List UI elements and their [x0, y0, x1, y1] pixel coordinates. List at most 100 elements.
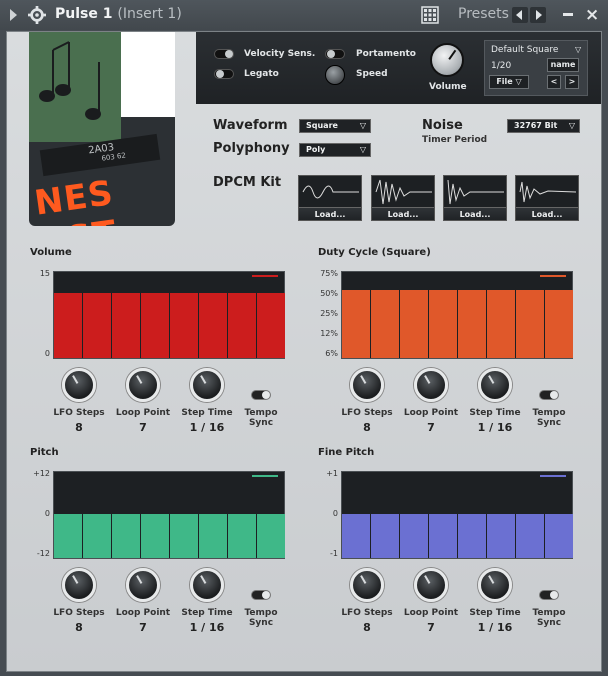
step-bar[interactable] [429, 290, 457, 358]
step-bar[interactable] [342, 290, 370, 358]
lfo-steps-knob[interactable] [350, 368, 384, 402]
step-bar[interactable] [487, 514, 515, 558]
lfo-steps-label: LFO Steps [341, 608, 393, 618]
name-button[interactable]: name [547, 58, 579, 72]
step-bar[interactable] [429, 514, 457, 558]
waveform-thumbnail [375, 179, 432, 205]
step-time-value: 1 / 16 [477, 421, 513, 434]
dpcm-slot-4[interactable]: Load... [515, 175, 579, 221]
step-bar[interactable] [516, 514, 544, 558]
dpcm-slot-1[interactable]: Load... [298, 175, 362, 221]
loop-point-knob[interactable] [126, 568, 160, 602]
step-bar[interactable] [487, 290, 515, 358]
axis-tick: 25% [320, 309, 338, 318]
tempo-sync-toggle[interactable] [251, 390, 271, 400]
step-bar[interactable] [141, 514, 169, 558]
volume-knob[interactable] [430, 43, 464, 77]
preset-name[interactable]: Default Square [491, 45, 558, 55]
step-time-label: Step Time [469, 608, 521, 618]
preset-prev-small-button[interactable]: < [547, 75, 561, 89]
loop-point-knob[interactable] [414, 568, 448, 602]
step-bar[interactable] [458, 514, 486, 558]
step-bar[interactable] [257, 293, 285, 358]
step-time-knob[interactable] [478, 368, 512, 402]
step-bar[interactable] [257, 514, 285, 558]
sync-label: Sync [536, 618, 562, 628]
step-bar[interactable] [458, 290, 486, 358]
gear-icon[interactable] [28, 6, 46, 24]
preset-dropdown-icon[interactable]: ▽ [575, 45, 581, 54]
step-bar[interactable] [228, 514, 256, 558]
velocity-sens-toggle[interactable] [214, 49, 234, 59]
step-bar[interactable] [371, 290, 399, 358]
tempo-sync-toggle[interactable] [539, 590, 559, 600]
grid-icon[interactable] [421, 6, 439, 24]
pitch-graph[interactable] [53, 471, 285, 559]
tempo-sync-toggle[interactable] [251, 590, 271, 600]
step-bar[interactable] [170, 293, 198, 358]
preset-next-small-button[interactable]: > [565, 75, 579, 89]
preset-prev-button[interactable] [512, 7, 528, 23]
step-bar[interactable] [170, 514, 198, 558]
duty-cycle-square-graph[interactable] [341, 271, 573, 359]
step-time-knob[interactable] [190, 368, 224, 402]
step-bar[interactable] [54, 293, 82, 358]
axis-tick: 15 [39, 269, 50, 278]
step-bar[interactable] [545, 290, 573, 358]
loop-point-knob[interactable] [414, 368, 448, 402]
lfo-steps-label: LFO Steps [53, 408, 105, 418]
file-button[interactable]: File ▽ [489, 75, 529, 89]
tempo-label: Tempo [244, 408, 278, 418]
step-bar[interactable] [371, 514, 399, 558]
step-bar[interactable] [545, 514, 573, 558]
step-time-value: 1 / 16 [189, 421, 225, 434]
step-bar[interactable] [112, 514, 140, 558]
collapse-arrow-icon[interactable] [10, 9, 17, 21]
step-bar[interactable] [400, 514, 428, 558]
step-bar[interactable] [83, 293, 111, 358]
dpcm-slot-2[interactable]: Load... [371, 175, 435, 221]
dpcm-slot-3[interactable]: Load... [443, 175, 507, 221]
lfo-steps-knob[interactable] [62, 368, 96, 402]
step-bar[interactable] [199, 514, 227, 558]
step-bar[interactable] [516, 290, 544, 358]
loop-point-label: Loop Point [115, 608, 171, 618]
step-bar[interactable] [342, 514, 370, 558]
load-button[interactable]: Load... [372, 207, 434, 220]
preset-next-button[interactable] [530, 7, 546, 23]
step-bar[interactable] [83, 514, 111, 558]
minimize-button[interactable] [563, 13, 573, 16]
volume-graph[interactable] [53, 271, 285, 359]
step-bar[interactable] [141, 293, 169, 358]
legato-toggle[interactable] [214, 69, 234, 79]
lfo-steps-knob[interactable] [62, 568, 96, 602]
load-button[interactable]: Load... [516, 207, 578, 220]
close-button[interactable]: × [585, 5, 599, 25]
tempo-sync-toggle[interactable] [539, 390, 559, 400]
step-bar[interactable] [228, 293, 256, 358]
load-button[interactable]: Load... [299, 207, 361, 220]
step-bar[interactable] [112, 293, 140, 358]
fine-pitch-graph[interactable] [341, 471, 573, 559]
lfo-steps-knob[interactable] [350, 568, 384, 602]
step-bar[interactable] [199, 293, 227, 358]
speed-knob[interactable] [325, 65, 345, 85]
lfo-steps-value: 8 [75, 421, 83, 434]
step-time-knob[interactable] [478, 568, 512, 602]
presets-label[interactable]: Presets [458, 6, 509, 22]
waveform-dropdown[interactable]: Square ▽ [299, 119, 371, 133]
waveform-thumbnail [519, 181, 577, 203]
lfo-steps-value: 8 [363, 421, 371, 434]
polyphony-dropdown[interactable]: Poly ▽ [299, 143, 371, 157]
step-time-knob[interactable] [190, 568, 224, 602]
step-bar[interactable] [54, 514, 82, 558]
load-button[interactable]: Load... [444, 207, 506, 220]
axis-tick: -12 [36, 549, 50, 558]
noise-dropdown[interactable]: 32767 Bit ▽ [507, 119, 580, 133]
loop-point-value: 7 [427, 421, 435, 434]
loop-point-knob[interactable] [126, 368, 160, 402]
portamento-toggle[interactable] [325, 49, 345, 59]
step-bar[interactable] [400, 290, 428, 358]
loop-point-value: 7 [139, 421, 147, 434]
noise-label: Noise [422, 118, 463, 133]
